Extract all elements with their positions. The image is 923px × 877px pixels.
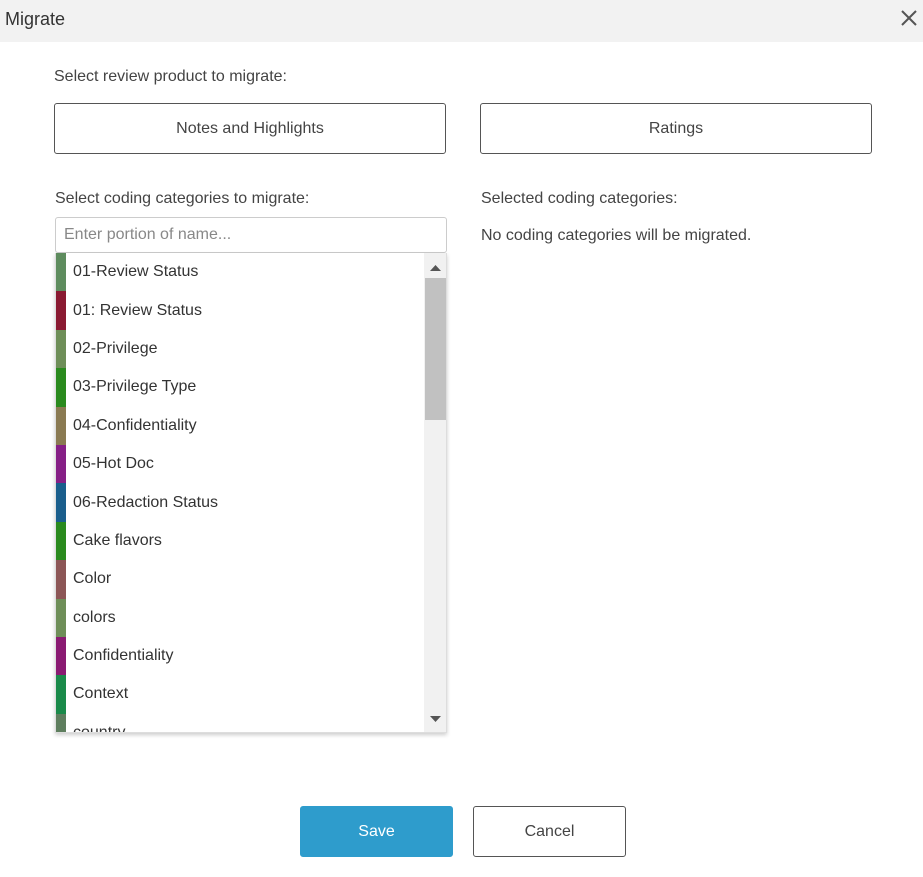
category-list-item[interactable]: 04-Confidentiality: [56, 406, 424, 445]
category-list-item[interactable]: Context: [56, 675, 424, 714]
category-list-item[interactable]: 02-Privilege: [56, 329, 424, 369]
category-color-swatch: [56, 636, 66, 676]
category-list-item[interactable]: 01-Review Status: [56, 253, 424, 292]
category-list-item[interactable]: country: [56, 713, 424, 733]
category-color-swatch: [56, 598, 66, 637]
save-button[interactable]: Save: [300, 806, 453, 857]
selected-empty-text: No coding categories will be migrated.: [481, 227, 752, 244]
category-color-swatch: [56, 713, 66, 732]
categories-label: Select coding categories to migrate:: [55, 190, 310, 207]
dialog-title: Migrate: [5, 9, 66, 29]
category-color-swatch: [56, 253, 66, 292]
migrate-dialog: Migrate Select review product to migrate…: [0, 0, 923, 877]
category-color-swatch: [56, 329, 66, 369]
category-list: 01-Review Status 01: Review Status 02-Priv…: [55, 253, 447, 733]
category-color-swatch: [56, 444, 66, 484]
triangle-down-icon[interactable]: [424, 709, 446, 731]
category-item-label: 04-Confidentiality: [73, 416, 197, 434]
category-list-item[interactable]: Cake flavors: [56, 521, 424, 561]
category-color-swatch: [56, 675, 66, 714]
category-list-item[interactable]: Color: [56, 560, 424, 599]
category-color-swatch: [56, 406, 66, 445]
category-item-label: 06-Redaction Status: [73, 493, 218, 511]
category-list-items: 01-Review Status 01: Review Status 02-Priv…: [56, 253, 424, 733]
close-icon[interactable]: [897, 6, 921, 30]
category-color-swatch: [56, 291, 66, 330]
category-item-label: Color: [73, 570, 112, 588]
category-item-label: country: [73, 723, 126, 733]
category-item-label: colors: [73, 608, 116, 626]
category-item-label: Cake flavors: [73, 531, 162, 549]
category-list-item[interactable]: colors: [56, 598, 424, 637]
triangle-up-icon[interactable]: [424, 255, 446, 277]
product-label: Select review product to migrate:: [54, 68, 287, 85]
ratings-button[interactable]: Ratings: [480, 103, 872, 154]
category-item-label: Confidentiality: [73, 647, 174, 665]
category-item-label: 02-Privilege: [73, 339, 158, 357]
category-color-swatch: [56, 483, 66, 522]
category-item-label: 01: Review Status: [73, 301, 202, 319]
category-item-label: Context: [73, 685, 129, 703]
list-scrollbar[interactable]: [424, 253, 446, 732]
scrollbar-thumb[interactable]: [425, 278, 446, 420]
selected-categories-label: Selected coding categories:: [481, 190, 678, 207]
cancel-button[interactable]: Cancel: [473, 806, 626, 857]
category-list-item[interactable]: 03-Privilege Type: [56, 368, 424, 407]
category-list-item[interactable]: 06-Redaction Status: [56, 483, 424, 522]
category-color-swatch: [56, 368, 66, 407]
category-color-swatch: [56, 560, 66, 599]
category-color-swatch: [56, 521, 66, 561]
category-item-label: 01-Review Status: [73, 263, 199, 281]
category-search-input[interactable]: [55, 217, 447, 253]
category-list-item[interactable]: 05-Hot Doc: [56, 444, 424, 484]
category-item-label: 03-Privilege Type: [73, 378, 197, 396]
category-item-label: 05-Hot Doc: [73, 455, 154, 473]
category-list-item[interactable]: 01: Review Status: [56, 291, 424, 330]
notes-and-highlights-button[interactable]: Notes and Highlights: [54, 103, 446, 154]
dialog-header: Migrate: [0, 0, 923, 42]
category-list-item[interactable]: Confidentiality: [56, 636, 424, 676]
